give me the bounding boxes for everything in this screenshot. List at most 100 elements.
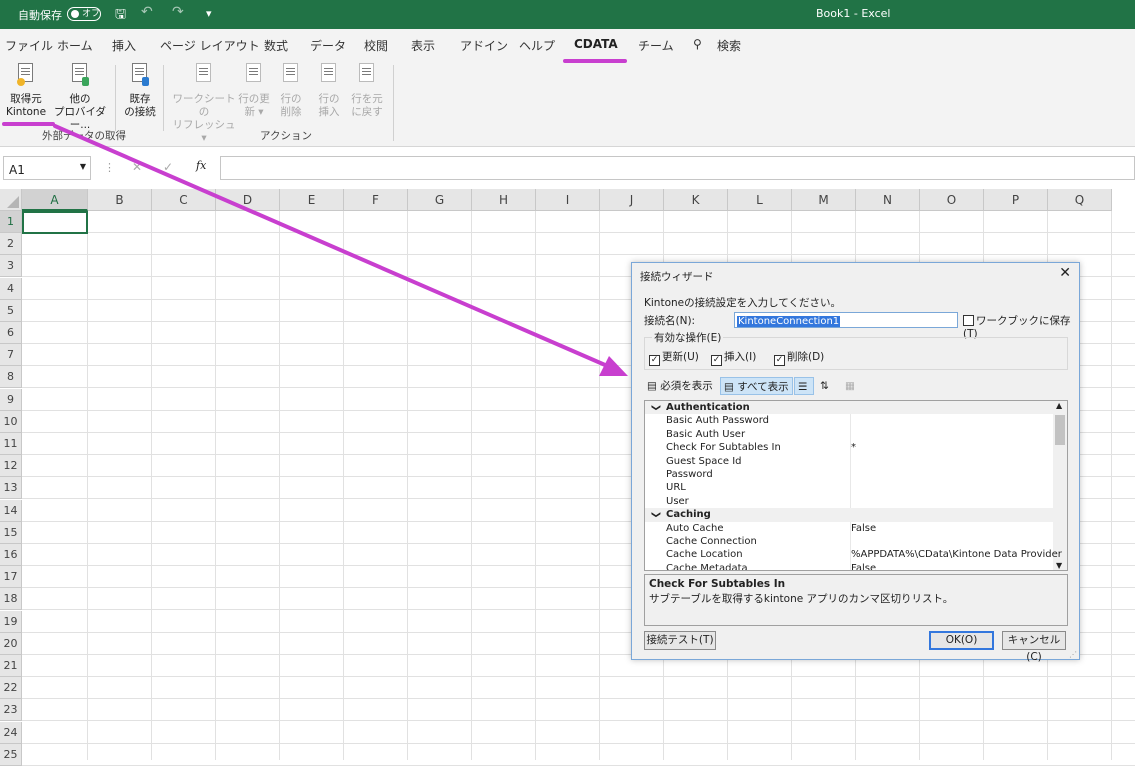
column-header[interactable]: A (22, 189, 88, 211)
cancel-button[interactable]: キャンセル(C) (1002, 631, 1066, 663)
tab-0[interactable]: ファイル (5, 37, 53, 54)
ribbon-button-insert[interactable]: 行の 挿入 (313, 63, 345, 119)
row-header[interactable]: 15 (0, 521, 22, 544)
formula-input[interactable] (220, 156, 1135, 180)
row-header[interactable]: 11 (0, 433, 22, 455)
row-header[interactable]: 12 (0, 455, 22, 478)
column-header[interactable]: E (280, 189, 344, 211)
column-header[interactable]: F (344, 189, 408, 211)
tab-10[interactable]: CDATA (574, 37, 618, 51)
select-all-corner[interactable] (0, 189, 22, 211)
property-row[interactable]: User (645, 494, 1055, 509)
property-row[interactable]: Cache Location %APPDATA%\CData\Kintone Da… (645, 548, 1062, 562)
row-header[interactable]: 21 (0, 655, 22, 677)
ribbon-button-existing[interactable]: 既存 の接続 (120, 63, 160, 119)
sort-az-icon[interactable]: ⇅ (817, 377, 832, 395)
save-to-workbook-checkbox[interactable]: ワークブックに保存(T) (963, 313, 1079, 340)
property-row[interactable]: Cache Connection (645, 535, 1055, 549)
show-all-button[interactable]: ▤ すべて表示 (720, 377, 793, 395)
ribbon-button-update[interactable]: 行の更新 ▾ (237, 63, 271, 119)
tab-12[interactable]: 検索 (717, 37, 741, 54)
qat-customize-icon[interactable]: ▾ (206, 7, 212, 20)
active-cell[interactable] (22, 211, 88, 234)
row-header[interactable]: 10 (0, 410, 22, 433)
property-row[interactable]: Cache Metadata False (645, 561, 1055, 570)
tab-7[interactable]: 表示 (411, 37, 435, 54)
ribbon-button-other[interactable]: 他の プロバイダー... (48, 63, 112, 132)
row-header[interactable]: 4 (0, 277, 22, 300)
row-header[interactable]: 3 (0, 255, 22, 278)
name-box[interactable]: A1 ▼ (3, 156, 91, 180)
property-row[interactable]: Basic Auth Password (645, 414, 1055, 428)
row-header[interactable]: 20 (0, 632, 22, 655)
search-icon[interactable]: ⚲ (693, 37, 702, 51)
tab-5[interactable]: データ (310, 37, 346, 54)
row-header[interactable]: 17 (0, 566, 22, 589)
column-header[interactable]: L (728, 189, 792, 211)
property-row[interactable]: Basic Auth User (645, 427, 1055, 442)
save-icon[interactable]: 🖫 (115, 5, 126, 27)
property-scrollbar[interactable]: ▲ ▼ (1053, 401, 1067, 570)
row-header[interactable]: 19 (0, 610, 22, 633)
column-header[interactable]: O (920, 189, 984, 211)
row-header[interactable]: 18 (0, 588, 22, 611)
autosave-toggle[interactable]: オフ (67, 7, 101, 21)
column-header[interactable]: D (216, 189, 280, 211)
property-pages-icon[interactable]: ▦ (842, 377, 858, 395)
row-header[interactable]: 23 (0, 699, 22, 722)
column-header[interactable]: N (856, 189, 920, 211)
column-header[interactable]: J (600, 189, 664, 211)
row-header[interactable]: 8 (0, 366, 22, 389)
enter-icon[interactable]: ✓ (163, 160, 173, 174)
resize-grip-icon[interactable]: ⋰ (1069, 650, 1077, 659)
row-header[interactable]: 13 (0, 477, 22, 500)
property-row[interactable]: Password (645, 468, 1055, 482)
column-header[interactable]: H (472, 189, 536, 211)
tab-6[interactable]: 校閲 (364, 37, 388, 54)
property-grid[interactable]: ▲ ▼ ❯ Authentication Basic Auth Password Ba… (644, 400, 1068, 571)
tab-9[interactable]: ヘルプ (519, 37, 555, 54)
test-connection-button[interactable]: 接続テスト(T) (644, 631, 716, 650)
ribbon-button-kintone[interactable]: 取得元 Kintone (3, 63, 49, 119)
tab-1[interactable]: ホーム (57, 37, 93, 54)
property-category[interactable]: ❯ Caching (645, 508, 1055, 522)
row-header[interactable]: 7 (0, 344, 22, 367)
categorized-icon[interactable]: ☰ (794, 377, 814, 395)
ok-button[interactable]: OK(O) (929, 631, 994, 650)
close-icon[interactable]: ✕ (1059, 265, 1071, 281)
ribbon-button-refresh[interactable]: ワークシートの リフレッシュ ▾ (170, 63, 238, 145)
property-row[interactable]: Auto Cache False (645, 521, 1055, 535)
tab-8[interactable]: アドイン (460, 37, 508, 54)
column-header[interactable]: P (984, 189, 1048, 211)
update-checkbox[interactable]: ✓ 更新(U) (649, 349, 699, 366)
row-header[interactable]: 2 (0, 233, 22, 256)
connection-name-input[interactable]: KintoneConnection1 (734, 312, 958, 328)
tab-2[interactable]: 挿入 (112, 37, 136, 54)
undo-icon[interactable]: ↶ (141, 4, 153, 20)
row-header[interactable]: 1 (0, 211, 22, 233)
property-row[interactable]: Guest Space Id (645, 454, 1055, 468)
delete-checkbox[interactable]: ✓ 削除(D) (774, 349, 824, 366)
column-header[interactable]: K (664, 189, 728, 211)
row-header[interactable]: 25 (0, 743, 22, 766)
cancel-icon[interactable]: ✕ (132, 160, 142, 174)
column-header[interactable]: I (536, 189, 600, 211)
column-header[interactable]: Q (1048, 189, 1112, 211)
row-header[interactable]: 5 (0, 299, 22, 322)
row-header[interactable]: 6 (0, 322, 22, 344)
insert-function-icon[interactable]: fx (196, 159, 206, 172)
row-header[interactable]: 22 (0, 677, 22, 700)
redo-icon[interactable]: ↷ (172, 4, 184, 20)
column-header[interactable]: M (792, 189, 856, 211)
ribbon-button-revert[interactable]: 行を元 に戻す (348, 63, 386, 119)
row-header[interactable]: 24 (0, 721, 22, 744)
ribbon-button-delete[interactable]: 行の 削除 (275, 63, 307, 119)
column-header[interactable]: C (152, 189, 216, 211)
property-row[interactable]: Check For Subtables In * (645, 441, 1055, 455)
property-category[interactable]: ❯ Authentication (645, 401, 1055, 415)
column-header[interactable]: B (88, 189, 152, 211)
tab-4[interactable]: 数式 (264, 37, 288, 54)
column-header[interactable]: G (408, 189, 472, 211)
property-row[interactable]: URL (645, 481, 1055, 495)
show-required-button[interactable]: ▤ 必須を表示 (644, 377, 716, 395)
